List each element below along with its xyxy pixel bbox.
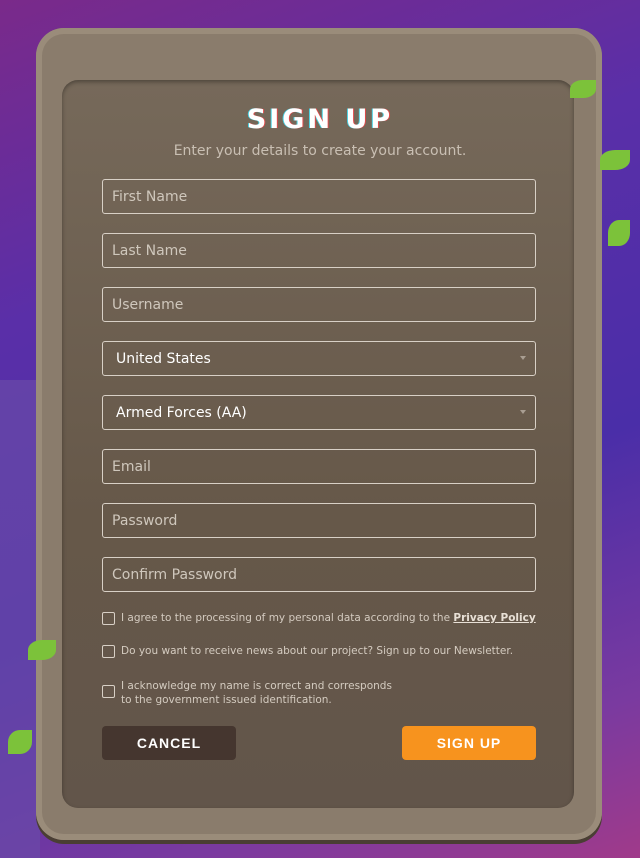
username-input[interactable]: Username [102, 287, 536, 322]
identity-checkbox-row: I acknowledge my name is correct and cor… [102, 679, 392, 707]
placeholder: Last Name [112, 242, 187, 259]
chevron-down-icon [520, 356, 526, 363]
first-name-input[interactable]: First Name [102, 179, 536, 214]
checkbox-label: Do you want to receive news about our pr… [121, 645, 514, 657]
placeholder: Username [112, 296, 184, 313]
checkbox-label: I acknowledge my name is correct and cor… [121, 679, 392, 707]
label-text: I agree to the processing of my personal… [121, 612, 454, 624]
vine-leaf-decoration [28, 640, 56, 660]
page-title: SIGN UP [246, 104, 394, 135]
state-select[interactable]: Armed Forces (AA) [102, 395, 536, 430]
vine-leaf-decoration [570, 80, 596, 98]
page-subtitle: Enter your details to create your accoun… [173, 143, 467, 159]
selected-value: Armed Forces (AA) [116, 404, 247, 421]
identity-checkbox[interactable] [102, 685, 115, 698]
newsletter-checkbox-row: Do you want to receive news about our pr… [102, 644, 513, 658]
sign-up-button[interactable]: SIGN UP [402, 726, 536, 760]
label-line-1: I acknowledge my name is correct and cor… [121, 680, 392, 692]
privacy-checkbox-row: I agree to the processing of my personal… [102, 611, 536, 625]
label-line-2: to the government issued identification. [121, 694, 332, 706]
newsletter-checkbox[interactable] [102, 645, 115, 658]
chevron-down-icon [520, 410, 526, 417]
vine-leaf-decoration [608, 220, 630, 246]
email-input[interactable]: Email [102, 449, 536, 484]
password-input[interactable]: Password [102, 503, 536, 538]
placeholder: First Name [112, 188, 188, 205]
placeholder: Email [112, 458, 151, 475]
cancel-button[interactable]: CANCEL [102, 726, 236, 760]
selected-value: United States [116, 350, 211, 367]
last-name-input[interactable]: Last Name [102, 233, 536, 268]
privacy-policy-link[interactable]: Privacy Policy [453, 612, 535, 624]
placeholder: Confirm Password [112, 566, 238, 583]
checkbox-label: I agree to the processing of my personal… [121, 611, 536, 625]
privacy-checkbox[interactable] [102, 612, 115, 625]
background-castle [0, 380, 40, 858]
confirm-password-input[interactable]: Confirm Password [102, 557, 536, 592]
placeholder: Password [112, 512, 178, 529]
country-select[interactable]: United States [102, 341, 536, 376]
vine-leaf-decoration [8, 730, 32, 754]
